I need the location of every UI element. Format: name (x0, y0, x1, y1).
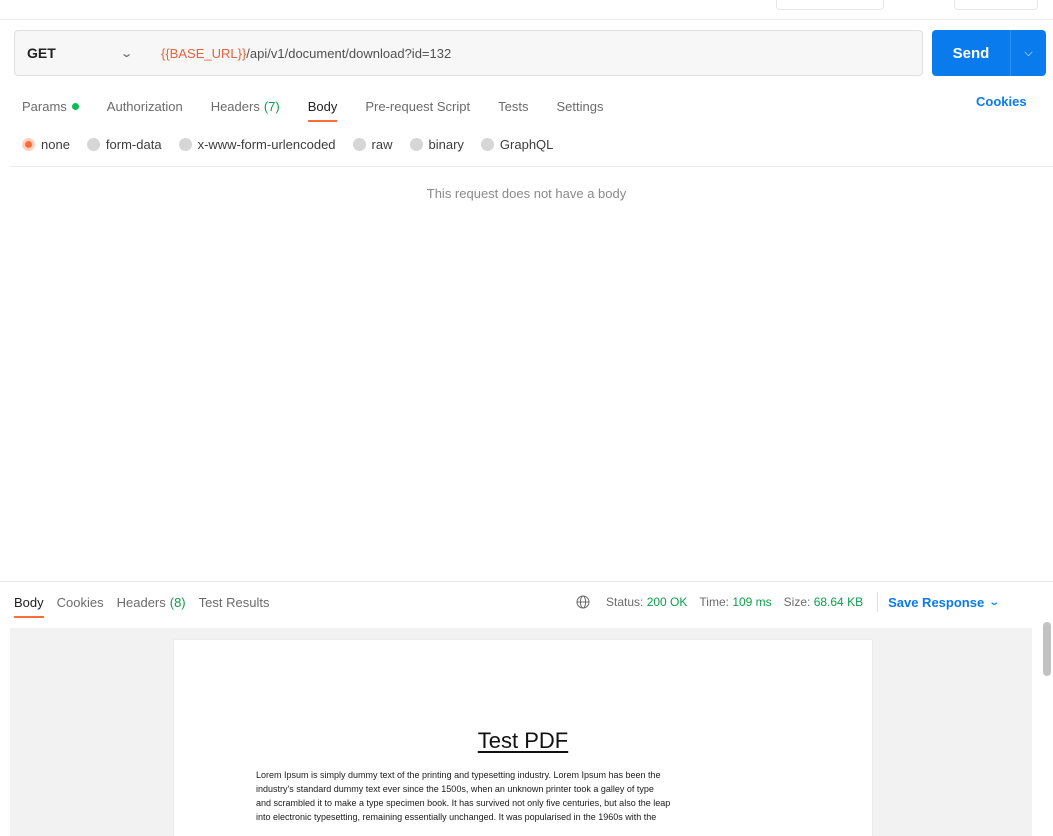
tab-label: Settings (556, 98, 604, 114)
pdf-line: into electronic typesetting, remaining e… (256, 812, 657, 822)
response-tab-body[interactable]: Body (14, 592, 44, 618)
url-variable: {{BASE_URL}} (161, 45, 247, 61)
radio-graphql[interactable]: GraphQL (480, 136, 554, 152)
radio-label: none (41, 136, 70, 152)
params-active-dot (71, 102, 79, 110)
pdf-body-text: Lorem Ipsum is simply dummy text of the … (256, 768, 796, 824)
divider (10, 166, 1053, 167)
request-url-bar: GET ⌄ {{BASE_URL}}/api/v1/document/downl… (14, 30, 923, 76)
headers-count: (7) (263, 98, 280, 114)
pdf-viewer[interactable]: Test PDF Lorem Ipsum is simply dummy tex… (10, 628, 1032, 836)
top-toolbar-control[interactable] (954, 0, 1038, 10)
send-button[interactable]: Send (932, 30, 1010, 76)
time-label: Time: (699, 595, 729, 609)
pdf-line: industry's standard dummy text ever sinc… (256, 784, 654, 794)
response-tab-test-results[interactable]: Test Results (199, 592, 270, 612)
globe-icon[interactable] (576, 595, 590, 609)
size-value: 68.64 KB (813, 595, 864, 609)
radio-circle (86, 137, 100, 151)
tab-label: Headers (210, 98, 260, 114)
tab-body[interactable]: Body (307, 94, 338, 122)
save-response-label: Save Response (888, 594, 985, 610)
radio-none[interactable]: none (22, 137, 70, 152)
radio-circle (178, 137, 192, 151)
url-path: /api/v1/document/download?id=132 (246, 45, 452, 61)
tab-authorization[interactable]: Authorization (107, 94, 183, 118)
chevron-down-icon: ⌄ (988, 596, 1001, 608)
chevron-down-icon: ⌄ (119, 47, 133, 60)
pdf-page: Test PDF Lorem Ipsum is simply dummy tex… (174, 640, 872, 836)
save-response-button[interactable]: Save Response ⌄ (888, 594, 1001, 610)
send-options-button[interactable]: ⌵ (1010, 30, 1046, 76)
status-label: Status: (606, 595, 644, 609)
tab-pre-request-script[interactable]: Pre-request Script (365, 94, 470, 118)
status-readout[interactable]: Status: 200 OK (606, 595, 687, 609)
tab-label: Test Results (198, 594, 270, 610)
request-tabs: Params Authorization Headers (7) Body Pre… (22, 94, 631, 122)
pdf-line: and scrambled it to make a type specimen… (256, 798, 671, 808)
response-tab-headers[interactable]: Headers (8) (117, 592, 186, 612)
scrollbar-thumb[interactable] (1043, 622, 1051, 676)
radio-x-www-form-urlencoded[interactable]: x-www-form-urlencoded (178, 136, 336, 152)
response-meta: Status: 200 OK Time: 109 ms Size: 68.64 … (576, 592, 1001, 612)
response-tabs: Body Cookies Headers (8) Test Results (14, 592, 282, 618)
tab-headers[interactable]: Headers (7) (211, 94, 280, 118)
pdf-title-text: Test PDF (477, 728, 569, 753)
radio-raw[interactable]: raw (352, 136, 393, 152)
response-tab-cookies[interactable]: Cookies (57, 592, 104, 612)
top-toolbar-strip (0, 0, 1053, 20)
url-input[interactable]: {{BASE_URL}}/api/v1/document/download?id… (147, 46, 922, 61)
method-select[interactable]: GET ⌄ (15, 31, 147, 75)
pdf-line: Lorem Ipsum is simply dummy text of the … (256, 770, 661, 780)
time-value: 109 ms (732, 595, 772, 609)
tab-label: Body (307, 98, 338, 114)
radio-circle (480, 137, 494, 151)
radio-label: binary (428, 136, 464, 152)
radio-circle (409, 137, 423, 151)
size-readout[interactable]: Size: 68.64 KB (784, 595, 863, 609)
chevron-down-icon: ⌵ (1024, 46, 1033, 59)
method-label: GET (27, 45, 56, 61)
size-label: Size: (783, 595, 811, 609)
radio-label: raw (371, 136, 393, 152)
radio-circle (352, 137, 366, 151)
time-readout[interactable]: Time: 109 ms (699, 595, 771, 609)
radio-binary[interactable]: binary (409, 136, 464, 152)
radio-form-data[interactable]: form-data (86, 136, 162, 152)
radio-label: form-data (105, 136, 162, 152)
tab-label: Pre-request Script (365, 98, 471, 114)
tab-label: Params (22, 98, 67, 114)
empty-body-message: This request does not have a body (426, 186, 627, 201)
tab-tests[interactable]: Tests (498, 94, 528, 118)
cookies-link[interactable]: Cookies (976, 94, 1027, 114)
response-divider[interactable] (0, 581, 1053, 582)
radio-label: x-www-form-urlencoded (197, 136, 336, 152)
status-value: 200 OK (646, 595, 688, 609)
pdf-title: Test PDF (174, 728, 872, 754)
top-toolbar-control[interactable] (776, 0, 884, 10)
send-button-group: Send ⌵ (932, 30, 1046, 76)
divider (877, 592, 879, 612)
body-type-options: none form-data x-www-form-urlencoded raw… (22, 134, 570, 154)
tab-settings[interactable]: Settings (556, 94, 603, 118)
tab-label: Cookies (56, 594, 104, 610)
tab-label: Tests (498, 98, 529, 114)
tab-params[interactable]: Params (22, 94, 79, 118)
tab-label: Authorization (106, 98, 183, 114)
radio-label: GraphQL (499, 136, 554, 152)
tab-label: Headers (116, 594, 166, 610)
tab-label: Body (14, 594, 44, 610)
headers-count: (8) (169, 594, 186, 610)
radio-circle (22, 137, 35, 151)
